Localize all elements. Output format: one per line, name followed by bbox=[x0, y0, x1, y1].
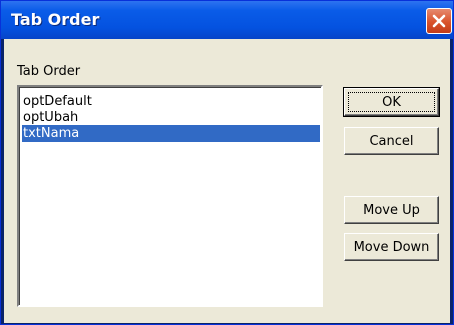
ok-button[interactable]: OK bbox=[343, 87, 440, 117]
window-title: Tab Order bbox=[11, 10, 100, 29]
move-up-button[interactable]: Move Up bbox=[344, 196, 439, 224]
tab-order-dialog: Tab Order Tab Order optDefault optUbah t… bbox=[0, 0, 454, 325]
title-bar[interactable]: Tab Order bbox=[1, 1, 453, 39]
close-button[interactable] bbox=[426, 8, 452, 34]
cancel-button[interactable]: Cancel bbox=[344, 127, 439, 155]
move-up-button-label: Move Up bbox=[363, 202, 420, 218]
dialog-body: Tab Order optDefault optUbah txtNama OK … bbox=[4, 39, 450, 323]
list-item-optdefault[interactable]: optDefault bbox=[22, 93, 320, 110]
list-item-optubah[interactable]: optUbah bbox=[22, 109, 320, 126]
cancel-button-label: Cancel bbox=[369, 133, 414, 149]
focus-rect bbox=[348, 92, 435, 112]
move-down-button[interactable]: Move Down bbox=[344, 233, 439, 261]
list-item-txtnama[interactable]: txtNama bbox=[22, 125, 320, 142]
tab-order-listbox[interactable]: optDefault optUbah txtNama bbox=[17, 85, 323, 307]
tab-order-label: Tab Order bbox=[17, 64, 81, 79]
close-icon bbox=[432, 14, 446, 28]
move-down-button-label: Move Down bbox=[353, 239, 430, 255]
